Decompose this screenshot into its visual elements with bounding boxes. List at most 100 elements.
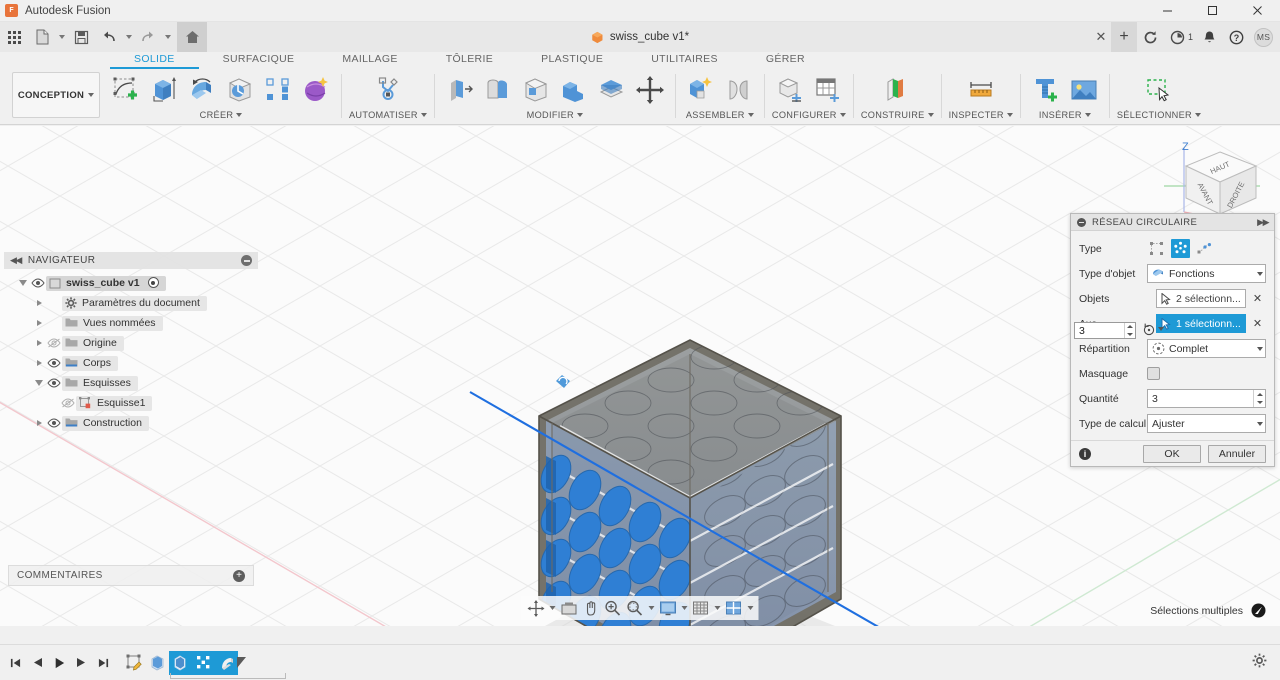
new-document-icon[interactable] bbox=[28, 23, 56, 51]
dialog-header[interactable]: RÉSEAU CIRCULAIRE ▶▶ bbox=[1071, 214, 1274, 231]
shell-icon[interactable] bbox=[518, 72, 554, 108]
ribbon-group-modifier-label[interactable]: MODIFIER bbox=[527, 108, 583, 122]
ribbon-tab-maillage[interactable]: MAILLAGE bbox=[318, 52, 421, 69]
timeline-extrude2-icon[interactable] bbox=[169, 650, 192, 675]
ribbon-group-inspecter-label[interactable]: INSPECTER bbox=[949, 108, 1013, 122]
tree-item-sketches[interactable]: Esquisses bbox=[4, 373, 258, 393]
distribution-dropdown[interactable]: Complet bbox=[1147, 339, 1266, 358]
help-icon[interactable]: ? bbox=[1223, 22, 1250, 52]
ribbon-group-configurer-label[interactable]: CONFIGURER bbox=[772, 108, 846, 122]
zoom-caret-icon[interactable] bbox=[647, 597, 656, 619]
save-icon[interactable] bbox=[67, 23, 95, 51]
ribbon-group-automatiser-label[interactable]: AUTOMATISER bbox=[349, 108, 427, 122]
offset-face-icon[interactable] bbox=[594, 72, 630, 108]
tree-chip-document-settings[interactable]: Paramètres du document bbox=[62, 295, 207, 311]
visibility-eye-icon[interactable] bbox=[46, 378, 62, 388]
circular-pattern-icon[interactable] bbox=[1171, 239, 1190, 258]
new-component-icon[interactable] bbox=[683, 72, 719, 108]
panel-options-icon[interactable] bbox=[241, 255, 252, 266]
play-icon[interactable] bbox=[54, 656, 65, 670]
dialog-expand-icon[interactable]: ▶▶ bbox=[1257, 217, 1269, 228]
home-icon[interactable] bbox=[177, 22, 207, 52]
autodesk-icon[interactable] bbox=[1251, 603, 1266, 618]
expander-closed-icon[interactable] bbox=[32, 420, 46, 426]
ribbon-group-selectionner-label[interactable]: SÉLECTIONNER bbox=[1117, 108, 1201, 122]
tree-item-construction[interactable]: Construction bbox=[4, 413, 258, 433]
rectangular-pattern-icon[interactable] bbox=[1147, 239, 1166, 258]
quantity-increment-icon[interactable] bbox=[1254, 390, 1265, 399]
ribbon-group-construire-label[interactable]: CONSTRUIRE bbox=[861, 108, 934, 122]
go-to-start-icon[interactable] bbox=[10, 656, 21, 670]
sweep-icon[interactable] bbox=[222, 72, 258, 108]
expander-open-icon[interactable] bbox=[16, 280, 30, 286]
extrude-icon[interactable] bbox=[146, 72, 182, 108]
tree-item-sketch1[interactable]: Esquisse1 bbox=[4, 393, 258, 413]
info-icon[interactable]: i bbox=[1079, 447, 1091, 460]
viewports-icon[interactable] bbox=[724, 597, 744, 619]
objects-selection-field[interactable]: 2 sélectionn... bbox=[1156, 289, 1246, 308]
axis-selection-field[interactable]: 1 sélectionn... bbox=[1156, 314, 1246, 333]
create-sketch-icon[interactable] bbox=[108, 72, 144, 108]
expander-closed-icon[interactable] bbox=[32, 340, 46, 346]
circular-pattern-dialog[interactable]: RÉSEAU CIRCULAIRE ▶▶ Type Type d'objet F… bbox=[1070, 213, 1275, 467]
undo-caret-icon[interactable] bbox=[123, 23, 134, 51]
visibility-eye-hidden-icon[interactable] bbox=[46, 338, 62, 348]
comments-panel[interactable]: COMMENTAIRES + bbox=[8, 565, 254, 586]
display-settings-icon[interactable] bbox=[658, 597, 678, 619]
ribbon-tab-solide[interactable]: SOLIDE bbox=[110, 52, 199, 69]
insert-canvas-icon[interactable] bbox=[1066, 72, 1102, 108]
expander-closed-icon[interactable] bbox=[32, 320, 46, 326]
cancel-button[interactable]: Annuler bbox=[1208, 444, 1266, 463]
visibility-eye-icon[interactable] bbox=[46, 358, 62, 368]
press-pull-icon[interactable] bbox=[442, 72, 478, 108]
collapse-left-icon[interactable]: ◀◀ bbox=[10, 255, 22, 266]
quantity-stepper-arrows[interactable] bbox=[1253, 390, 1265, 407]
construct-plane-icon[interactable] bbox=[879, 72, 915, 108]
suppress-checkbox[interactable] bbox=[1147, 367, 1160, 380]
tree-item-named-views[interactable]: Vues nommées bbox=[4, 313, 258, 333]
document-tab[interactable]: swiss_cube v1* bbox=[591, 22, 689, 52]
refresh-icon[interactable] bbox=[1137, 22, 1164, 52]
tree-chip-bodies[interactable]: Corps bbox=[62, 355, 119, 371]
timeline-revolve-icon[interactable] bbox=[215, 650, 238, 675]
clear-axis-icon[interactable]: ✕ bbox=[1249, 317, 1266, 330]
select-window-icon[interactable] bbox=[1141, 72, 1177, 108]
apps-grid-icon[interactable] bbox=[0, 23, 28, 51]
tree-chip-construction[interactable]: Construction bbox=[62, 415, 149, 431]
redo-caret-icon[interactable] bbox=[162, 23, 173, 51]
add-comment-icon[interactable]: + bbox=[233, 569, 245, 582]
tree-chip-sketches[interactable]: Esquisses bbox=[62, 375, 138, 391]
grid-caret-icon[interactable] bbox=[713, 597, 722, 619]
tree-item-document-settings[interactable]: Paramètres du document bbox=[4, 293, 258, 313]
form-icon[interactable] bbox=[298, 72, 334, 108]
expander-closed-icon[interactable] bbox=[32, 300, 46, 306]
step-back-icon[interactable] bbox=[32, 656, 43, 670]
add-document-button[interactable]: + bbox=[1110, 22, 1137, 52]
tree-chip-sketch1[interactable]: Esquisse1 bbox=[76, 395, 153, 411]
revolve-icon[interactable] bbox=[184, 72, 220, 108]
move-copy-icon[interactable] bbox=[632, 72, 668, 108]
ribbon-group-creer-label[interactable]: CRÉER bbox=[200, 108, 243, 122]
job-status-icon[interactable] bbox=[1164, 22, 1191, 52]
quantity-stepper[interactable]: 3 bbox=[1147, 389, 1266, 408]
visibility-eye-icon[interactable] bbox=[30, 278, 46, 288]
tree-chip-named-views[interactable]: Vues nommées bbox=[62, 315, 163, 331]
close-button[interactable] bbox=[1235, 0, 1280, 22]
close-document-icon[interactable]: ✕ bbox=[1091, 22, 1111, 52]
pattern-icon[interactable] bbox=[260, 72, 296, 108]
minimize-button[interactable] bbox=[1145, 0, 1190, 22]
visibility-eye-hidden-icon[interactable] bbox=[60, 398, 76, 408]
compute-type-dropdown[interactable]: Ajuster bbox=[1147, 414, 1266, 433]
undo-icon[interactable] bbox=[95, 23, 123, 51]
timeline-sketch-icon[interactable] bbox=[123, 651, 146, 675]
maximize-button[interactable] bbox=[1190, 0, 1235, 22]
fillet-icon[interactable] bbox=[480, 72, 516, 108]
quantity-decrement-icon[interactable] bbox=[1254, 399, 1265, 408]
activate-component-radio[interactable] bbox=[147, 277, 159, 288]
go-to-end-icon[interactable] bbox=[98, 656, 109, 670]
visibility-eye-icon[interactable] bbox=[46, 418, 62, 428]
orbit-icon[interactable] bbox=[526, 597, 546, 619]
ribbon-tab-plastique[interactable]: PLASTIQUE bbox=[517, 52, 627, 69]
insert-mcmaster-icon[interactable] bbox=[1028, 72, 1064, 108]
angle-stepper-arrows[interactable] bbox=[1124, 323, 1135, 338]
